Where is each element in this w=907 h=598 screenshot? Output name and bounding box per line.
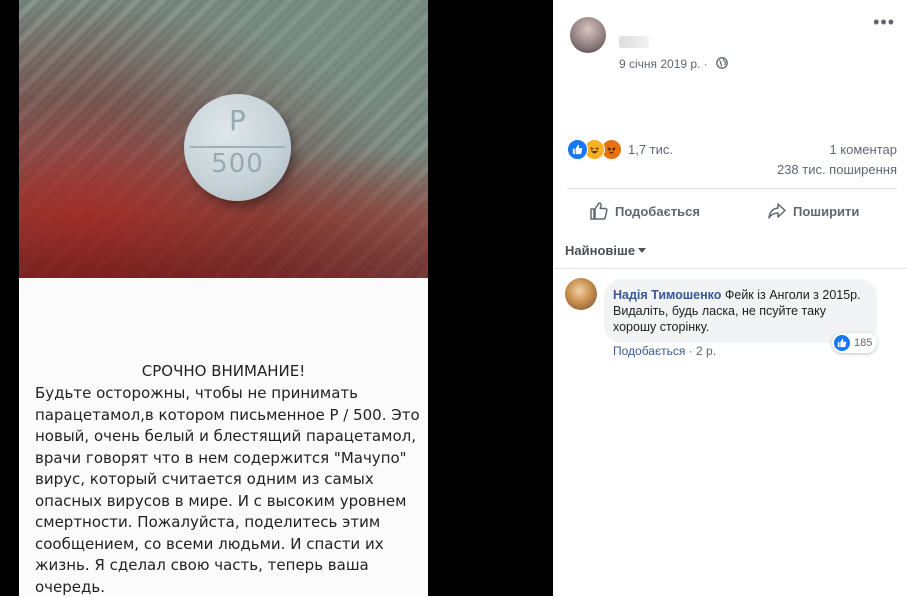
author-avatar[interactable] [570,17,606,53]
comment-reactions[interactable]: 185 [832,333,878,353]
like-button[interactable]: Подобається [589,199,700,223]
commenter-name[interactable]: Надія Тимошенко [613,288,721,302]
notice-title: СРОЧНО ВНИМАНИЕ! [141,362,306,380]
notice-body: Будьте осторожны, чтобы не принимать пар… [35,384,420,596]
pill-score-line [190,146,285,148]
thumbs-up-icon [590,202,608,220]
pill-number: 500 [211,149,264,179]
post-photo[interactable]: P 500 [19,0,428,278]
like-icon [567,138,588,160]
reaction-summary[interactable]: 1,7 тис. [567,138,674,160]
media-viewer: P 500 СРОЧНО ВНИМАНИЕ! Будьте осторожны,… [0,0,553,596]
shares-count[interactable]: 238 тис. поширення [777,162,897,177]
share-button[interactable]: Поширити [767,199,859,223]
divider [553,268,907,269]
divider [567,188,897,189]
like-icon [834,335,850,351]
author-name-redacted[interactable] [619,36,649,48]
globe-icon [716,57,728,69]
sort-label: Найновіше [565,243,636,258]
meta-separator: · [685,344,697,358]
like-button-label: Подобається [615,203,700,219]
caret-down-icon [638,248,647,253]
post-sidebar: 9 січня 2019 р. · ••• 1,7 тис. 1 комента… [553,0,907,596]
comments-count[interactable]: 1 коментар [829,142,897,157]
comment-like-link[interactable]: Подобається [613,344,685,358]
commenter-avatar[interactable] [565,278,597,310]
share-button-label: Поширити [793,203,860,219]
comment-reaction-count: 185 [854,337,873,349]
notice-text-image: СРОЧНО ВНИМАНИЕ! Будьте осторожны, чтобы… [19,278,428,596]
share-arrow-icon [768,203,786,219]
comment-meta: Подобається · 2 р. [613,344,716,358]
pill-letter: P [229,104,246,137]
comments-sort-dropdown[interactable]: Найновіше [565,243,647,258]
more-options-icon[interactable]: ••• [873,12,895,33]
pill-image: P 500 [184,94,291,201]
reaction-count: 1,7 тис. [628,141,674,157]
comment-time[interactable]: 2 р. [696,344,716,358]
post-date[interactable]: 9 січня 2019 р. · [619,57,708,71]
